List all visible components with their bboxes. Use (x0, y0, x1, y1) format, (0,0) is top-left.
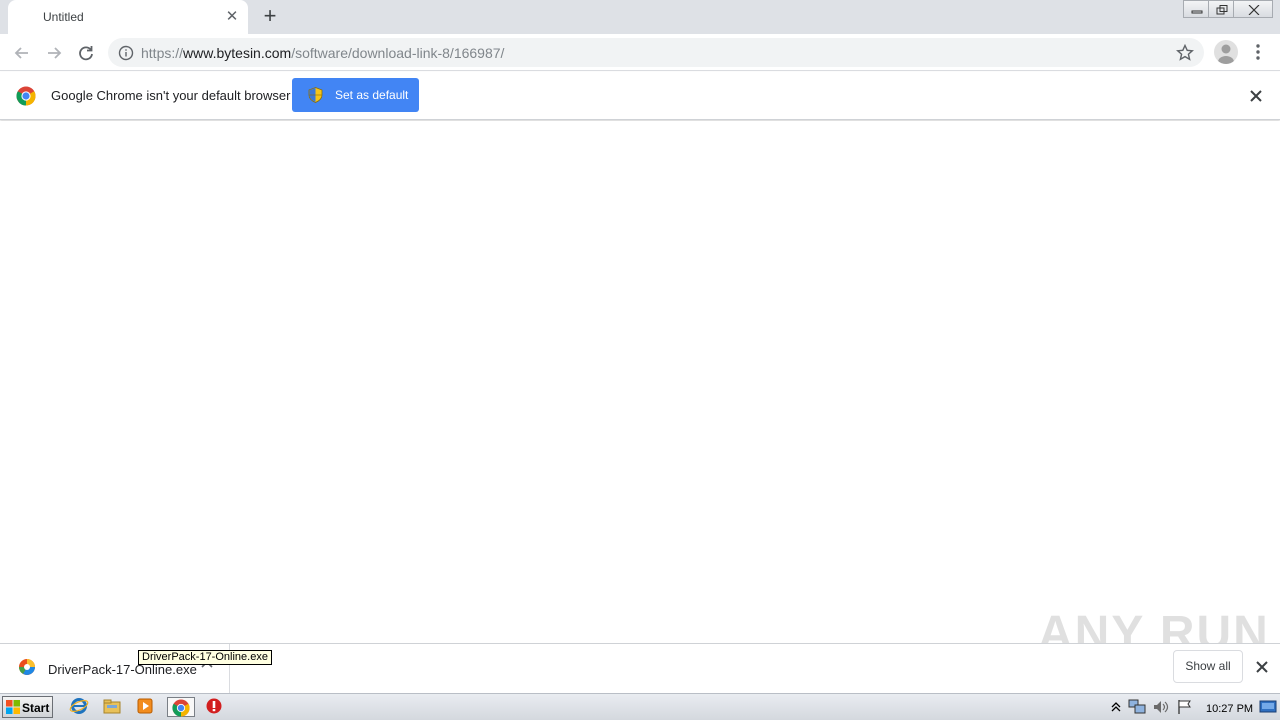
windows-flag-icon (6, 700, 20, 714)
default-browser-infobar: Google Chrome isn't your default browser… (0, 72, 1280, 120)
media-player-icon (137, 698, 153, 714)
taskbar-security-app[interactable] (204, 697, 226, 717)
reload-button[interactable] (73, 40, 99, 66)
internet-explorer-icon (69, 698, 89, 714)
chevron-up-tray-icon[interactable] (1110, 699, 1122, 715)
start-label: Start (22, 701, 50, 715)
red-alert-icon (206, 698, 222, 714)
show-all-button[interactable]: Show all (1173, 650, 1243, 683)
tab-title: Untitled (43, 10, 84, 24)
taskbar-chrome[interactable] (167, 697, 195, 717)
action-center-flag-icon[interactable] (1176, 699, 1194, 715)
profile-avatar[interactable] (1214, 40, 1238, 64)
driverpack-file-icon (19, 659, 35, 675)
reload-icon (79, 46, 93, 61)
browser-toolbar: https://www.bytesin.com/software/downloa… (0, 34, 1280, 71)
chrome-logo-icon (16, 86, 36, 106)
page-content (0, 121, 1280, 643)
new-tab-button[interactable]: + (258, 5, 282, 29)
url-host: www.bytesin.com (183, 45, 292, 61)
set-as-default-label: Set as default (335, 88, 409, 102)
close-window-button[interactable] (1233, 0, 1273, 18)
show-desktop-icon[interactable] (1259, 699, 1277, 715)
chrome-icon (172, 699, 190, 717)
back-button[interactable] (9, 40, 35, 66)
kebab-menu-icon (1256, 44, 1260, 60)
download-tooltip: DriverPack-17-Online.exe (138, 650, 272, 665)
taskbar-media-player[interactable] (135, 697, 157, 717)
uac-shield-icon (308, 87, 323, 103)
tab-strip: Untitled ✕ + (0, 0, 1280, 34)
start-button[interactable]: Start (2, 696, 53, 718)
taskbar-internet-explorer[interactable] (69, 697, 91, 717)
url-text[interactable]: https://www.bytesin.com/software/downloa… (141, 45, 504, 61)
close-icon (1248, 5, 1260, 15)
tab-close-icon[interactable]: ✕ (224, 9, 240, 25)
address-bar[interactable]: https://www.bytesin.com/software/downloa… (108, 38, 1204, 67)
network-icon[interactable] (1128, 699, 1146, 715)
url-path: /software/download-link-8/166987/ (291, 45, 505, 61)
minimize-icon (1191, 10, 1203, 14)
volume-icon[interactable] (1152, 699, 1170, 715)
infobar-close-icon[interactable] (1248, 88, 1264, 104)
minimize-button[interactable] (1183, 0, 1209, 18)
tab-untitled[interactable]: Untitled ✕ (8, 0, 248, 34)
folder-icon (103, 699, 121, 714)
chrome-menu-button[interactable] (1250, 42, 1266, 62)
arrow-left-icon (14, 47, 28, 59)
restore-button[interactable] (1208, 0, 1234, 18)
set-as-default-button[interactable]: Set as default (292, 78, 419, 112)
url-scheme: https:// (141, 45, 184, 61)
info-icon[interactable] (118, 45, 134, 61)
windows-taskbar: Start 10:27 PM (0, 693, 1280, 720)
system-tray: 10:27 PM (1105, 696, 1280, 718)
forward-button[interactable] (41, 40, 67, 66)
taskbar-clock[interactable]: 10:27 PM (1206, 703, 1253, 715)
infobar-message: Google Chrome isn't your default browser (51, 88, 291, 103)
restore-icon (1216, 5, 1228, 15)
arrow-right-icon (48, 47, 62, 59)
taskbar-file-explorer[interactable] (102, 697, 124, 717)
person-icon (1218, 44, 1234, 64)
bookmark-star-icon[interactable] (1176, 44, 1194, 62)
shelf-close-icon[interactable] (1254, 659, 1270, 675)
